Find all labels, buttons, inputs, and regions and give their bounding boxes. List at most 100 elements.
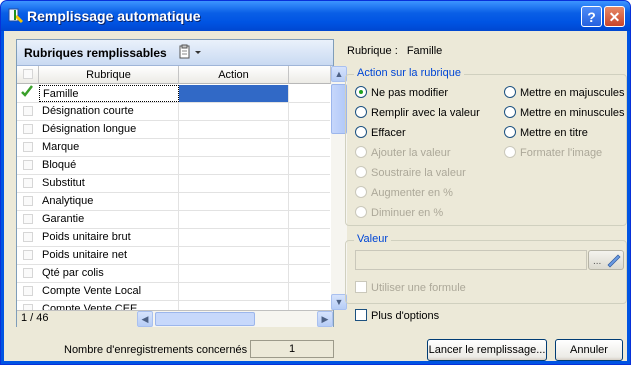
valeur-edit-button[interactable]: ... bbox=[588, 250, 624, 270]
radio-diminuer[interactable]: Diminuer en % bbox=[355, 206, 443, 219]
column-header-action[interactable]: Action bbox=[179, 66, 289, 84]
table-row[interactable]: Désignation courte bbox=[17, 103, 330, 121]
radio-indicator[interactable] bbox=[504, 126, 516, 138]
table-row[interactable]: Qté par colis bbox=[17, 265, 330, 283]
row-rubrique-cell[interactable]: Poids unitaire net bbox=[39, 247, 179, 264]
radio-ne-pas-modifier[interactable]: Ne pas modifier bbox=[355, 86, 448, 99]
checkbox-indicator[interactable] bbox=[355, 309, 367, 321]
grid-horizontal-scrollbar[interactable]: ◀ ▶ bbox=[137, 311, 333, 327]
window-title: Remplissage automatique bbox=[27, 8, 201, 24]
row-rubrique-cell[interactable]: Famille bbox=[39, 85, 179, 102]
radio-label: Ajouter la valeur bbox=[371, 147, 451, 159]
table-row[interactable]: Poids unitaire net bbox=[17, 247, 330, 265]
row-checkbox[interactable] bbox=[23, 286, 33, 296]
row-rubrique-cell[interactable]: Compte Vente Local bbox=[39, 283, 179, 300]
radio-effacer[interactable]: Effacer bbox=[355, 126, 406, 139]
radio-soustraire[interactable]: Soustraire la valeur bbox=[355, 166, 466, 179]
valeur-input[interactable] bbox=[355, 250, 587, 270]
select-all-header[interactable] bbox=[17, 66, 39, 84]
row-action-cell[interactable] bbox=[179, 265, 289, 282]
row-checkbox[interactable] bbox=[21, 85, 33, 98]
clipboard-menu-button[interactable] bbox=[177, 44, 205, 61]
row-checkbox[interactable] bbox=[23, 196, 33, 206]
radio-label: Remplir avec la valeur bbox=[371, 107, 480, 119]
row-action-cell[interactable] bbox=[179, 193, 289, 210]
row-checkbox[interactable] bbox=[23, 124, 33, 134]
table-row[interactable]: Désignation longue bbox=[17, 121, 330, 139]
radio-indicator[interactable] bbox=[355, 186, 367, 198]
table-row[interactable]: Famille bbox=[17, 85, 330, 103]
check-icon bbox=[21, 85, 33, 97]
rubrique-label: Rubrique : bbox=[347, 45, 398, 57]
row-rubrique-cell[interactable]: Marque bbox=[39, 139, 179, 156]
table-row[interactable]: Poids unitaire brut bbox=[17, 229, 330, 247]
row-action-cell[interactable] bbox=[179, 175, 289, 192]
row-rubrique-cell[interactable]: Désignation longue bbox=[39, 121, 179, 138]
row-action-cell[interactable] bbox=[179, 229, 289, 246]
row-action-cell[interactable] bbox=[179, 121, 289, 138]
row-checkbox[interactable] bbox=[23, 142, 33, 152]
table-row[interactable]: Garantie bbox=[17, 211, 330, 229]
formule-checkbox[interactable]: Utiliser une formule bbox=[355, 281, 466, 294]
row-checkbox[interactable] bbox=[23, 214, 33, 224]
row-rubrique-cell[interactable]: Désignation courte bbox=[39, 103, 179, 120]
row-action-cell[interactable] bbox=[179, 85, 289, 102]
plus-options-checkbox[interactable]: Plus d'options bbox=[355, 309, 439, 322]
radio-indicator[interactable] bbox=[355, 126, 367, 138]
radio-indicator[interactable] bbox=[355, 146, 367, 158]
action-legend: Action sur la rubrique bbox=[354, 67, 464, 79]
row-rubrique-cell[interactable]: Poids unitaire brut bbox=[39, 229, 179, 246]
scroll-left-button[interactable]: ◀ bbox=[137, 311, 153, 327]
row-checkbox[interactable] bbox=[23, 250, 33, 260]
radio-remplir[interactable]: Remplir avec la valeur bbox=[355, 106, 480, 119]
radio-formater-image[interactable]: Formater l'image bbox=[504, 146, 602, 159]
radio-indicator[interactable] bbox=[504, 106, 516, 118]
radio-indicator[interactable] bbox=[504, 86, 516, 98]
row-action-cell[interactable] bbox=[179, 247, 289, 264]
hscroll-thumb[interactable] bbox=[155, 312, 255, 326]
row-action-cell[interactable] bbox=[179, 283, 289, 300]
radio-majuscules[interactable]: Mettre en majuscules bbox=[504, 86, 625, 99]
row-checkbox[interactable] bbox=[23, 160, 33, 170]
row-rubrique-cell[interactable]: Substitut bbox=[39, 175, 179, 192]
table-row[interactable]: Substitut bbox=[17, 175, 330, 193]
row-checkbox[interactable] bbox=[23, 106, 33, 116]
svg-text:...: ... bbox=[593, 256, 601, 267]
row-rubrique-cell[interactable]: Qté par colis bbox=[39, 265, 179, 282]
radio-indicator[interactable] bbox=[504, 146, 516, 158]
valeur-legend: Valeur bbox=[354, 233, 391, 245]
table-row[interactable]: Marque bbox=[17, 139, 330, 157]
row-action-cell[interactable] bbox=[179, 157, 289, 174]
clipboard-icon bbox=[179, 44, 201, 59]
row-rubrique-cell[interactable]: Bloqué bbox=[39, 157, 179, 174]
table-row[interactable]: Bloqué bbox=[17, 157, 330, 175]
help-button[interactable]: ? bbox=[581, 6, 602, 27]
radio-augmenter[interactable]: Augmenter en % bbox=[355, 186, 453, 199]
radio-indicator[interactable] bbox=[355, 86, 367, 98]
close-button[interactable]: ✕ bbox=[604, 6, 625, 27]
radio-minuscules[interactable]: Mettre en minuscules bbox=[504, 106, 625, 119]
title-bar[interactable]: Remplissage automatique ? ✕ bbox=[1, 1, 630, 31]
cancel-button[interactable]: Annuler bbox=[555, 339, 623, 361]
radio-indicator[interactable] bbox=[355, 206, 367, 218]
row-action-cell[interactable] bbox=[179, 139, 289, 156]
radio-titre[interactable]: Mettre en titre bbox=[504, 126, 588, 139]
table-row[interactable]: Analytique bbox=[17, 193, 330, 211]
select-all-checkbox[interactable] bbox=[23, 69, 33, 79]
row-action-cell[interactable] bbox=[179, 103, 289, 120]
launch-fill-button[interactable]: Lancer le remplissage... bbox=[427, 339, 547, 361]
row-rubrique-cell[interactable]: Garantie bbox=[39, 211, 179, 228]
radio-ajouter[interactable]: Ajouter la valeur bbox=[355, 146, 451, 159]
checkbox-indicator[interactable] bbox=[355, 281, 367, 293]
row-checkbox[interactable] bbox=[23, 178, 33, 188]
row-rubrique-cell[interactable]: Analytique bbox=[39, 193, 179, 210]
edit-pen-icon: ... bbox=[593, 254, 621, 268]
scroll-right-button[interactable]: ▶ bbox=[317, 311, 333, 327]
row-checkbox[interactable] bbox=[23, 232, 33, 242]
radio-indicator[interactable] bbox=[355, 166, 367, 178]
row-action-cell[interactable] bbox=[179, 211, 289, 228]
radio-indicator[interactable] bbox=[355, 106, 367, 118]
table-row[interactable]: Compte Vente Local bbox=[17, 283, 330, 301]
row-checkbox[interactable] bbox=[23, 268, 33, 278]
column-header-rubrique[interactable]: Rubrique bbox=[39, 66, 179, 84]
